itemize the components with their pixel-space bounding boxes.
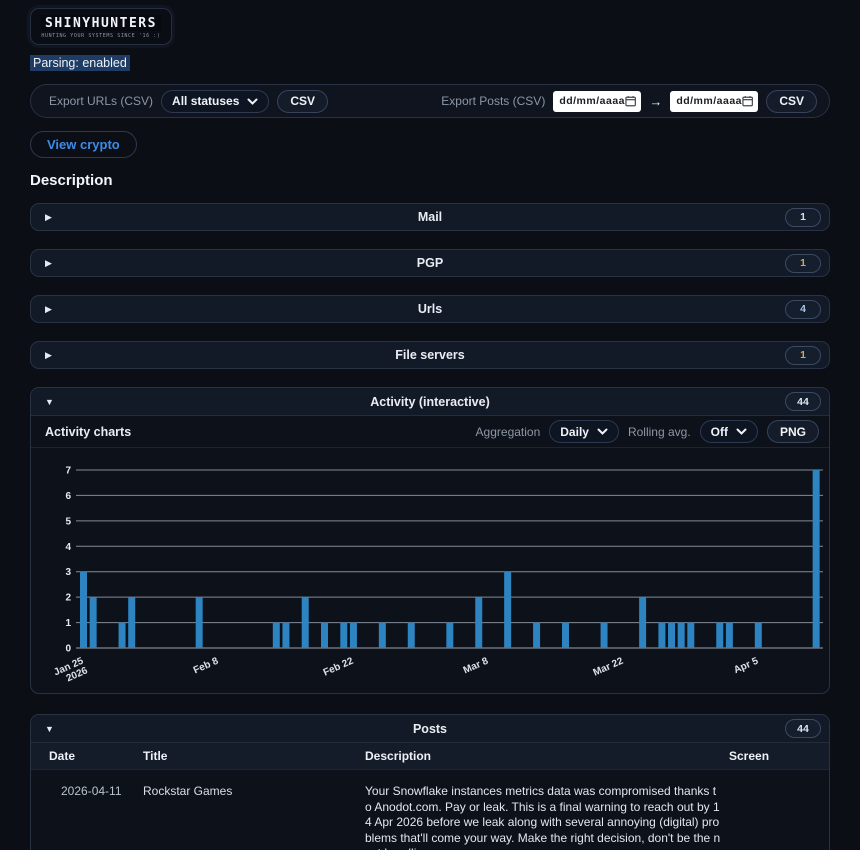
page: SHINYHUNTERS HUNTING YOUR SYSTEMS SINCE … [0,0,860,850]
export-toolbar: Export URLs (CSV) All statuses CSV Expor… [30,84,830,118]
calendar-icon[interactable] [742,95,753,107]
export-posts-group: Export Posts (CSV) dd/mm/aaaa → dd/mm/aa… [441,90,817,113]
chevron-down-icon [247,98,258,105]
svg-text:Feb 22: Feb 22 [322,656,356,679]
logo-subtitle: HUNTING YOUR SYSTEMS SINCE '16 :) [41,33,161,39]
status-select-value: All statuses [172,94,239,108]
export-urls-label: Export URLs (CSV) [49,94,153,108]
calendar-icon[interactable] [625,95,636,107]
parsing-status: Parsing: enabled [30,55,130,71]
col-screen: Screen [729,749,829,763]
rolling-avg-select[interactable]: Off [700,420,758,443]
svg-text:6: 6 [65,491,71,502]
post-date: 2026-04-11 [49,784,143,850]
status-select[interactable]: All statuses [161,90,269,113]
svg-text:7: 7 [65,466,71,477]
description-heading: Description [30,172,830,189]
arrow-right-icon: → [649,94,662,109]
date-from-input[interactable]: dd/mm/aaaa [553,91,641,112]
activity-panel: ▼ Activity (interactive) 44 Activity cha… [30,387,830,694]
count-badge: 4 [785,300,821,319]
section-urls[interactable]: ▶ Urls 4 [30,295,830,323]
post-description: Your Snowflake instances metrics data wa… [365,784,729,850]
section-label: Posts [31,722,829,736]
count-badge: 1 [785,254,821,273]
col-description: Description [365,749,729,763]
svg-text:3: 3 [65,567,71,578]
collapsed-triangle-icon: ▶ [45,212,65,223]
section-label: File servers [31,348,829,362]
activity-chart-wrap: 0 1 2 3 4 5 6 7 Jan 252026 Feb 8 Feb 22 Mar 8 Mar 22… [31,448,829,693]
svg-text:Mar 22: Mar 22 [592,656,626,679]
aggregation-select[interactable]: Daily [549,420,619,443]
svg-text:0: 0 [65,644,71,655]
posts-panel: ▼ Posts 44 Date Title Description Screen… [30,714,830,850]
chevron-down-icon [597,428,608,435]
section-label: Activity (interactive) [31,395,829,409]
post-title: Rockstar Games [143,784,365,850]
section-label: Mail [31,210,829,224]
svg-text:1: 1 [65,618,71,629]
chevron-down-icon [736,428,747,435]
activity-charts-title: Activity charts [45,425,131,439]
logo-title: SHINYHUNTERS [41,15,161,31]
section-label: PGP [31,256,829,270]
svg-text:2: 2 [65,593,71,604]
section-file-servers[interactable]: ▶ File servers 1 [30,341,830,369]
aggregation-label: Aggregation [476,425,541,439]
date-from-value: dd/mm/aaaa [559,95,625,107]
export-urls-csv-button[interactable]: CSV [277,90,328,113]
date-to-value: dd/mm/aaaa [676,95,742,107]
svg-text:Apr 5: Apr 5 [732,656,760,677]
count-badge: 1 [785,346,821,365]
activity-bar-chart[interactable]: 0 1 2 3 4 5 6 7 Jan 252026 Feb 8 Feb 22 Mar 8 Mar 22… [31,452,823,686]
aggregation-value: Daily [560,425,589,439]
col-title: Title [143,749,365,763]
post-screen [729,784,829,850]
section-pgp[interactable]: ▶ PGP 1 [30,249,830,277]
svg-text:Feb 8: Feb 8 [192,656,221,677]
export-posts-csv-button[interactable]: CSV [766,90,817,113]
collapsed-triangle-icon: ▶ [45,350,65,361]
accordion-sections: ▶ Mail 1 ▶ PGP 1 ▶ Urls 4 ▶ File servers… [30,203,830,850]
collapsed-triangle-icon: ▶ [45,258,65,269]
posts-table-header: Date Title Description Screen [31,743,829,770]
col-date: Date [49,749,143,763]
activity-controls: Activity charts Aggregation Daily Rollin… [31,416,829,448]
svg-text:4: 4 [65,542,71,553]
expanded-triangle-icon: ▼ [45,724,65,734]
count-badge: 44 [785,719,821,738]
section-mail[interactable]: ▶ Mail 1 [30,203,830,231]
svg-text:Jan 252026: Jan 252026 [52,656,90,686]
export-urls-group: Export URLs (CSV) All statuses CSV [49,90,328,113]
export-posts-label: Export Posts (CSV) [441,94,545,108]
post-row: 2026-04-11 Rockstar Games Your Snowflake… [31,770,829,850]
count-badge: 1 [785,208,821,227]
collapsed-triangle-icon: ▶ [45,304,65,315]
png-export-button[interactable]: PNG [767,420,819,443]
logo: SHINYHUNTERS HUNTING YOUR SYSTEMS SINCE … [30,8,172,45]
section-posts-header[interactable]: ▼ Posts 44 [31,715,829,743]
expanded-triangle-icon: ▼ [45,397,65,407]
rolling-avg-value: Off [711,425,728,439]
section-label: Urls [31,302,829,316]
count-badge: 44 [785,392,821,411]
rolling-avg-label: Rolling avg. [628,425,691,439]
svg-text:Mar 8: Mar 8 [462,656,491,677]
date-to-input[interactable]: dd/mm/aaaa [670,91,758,112]
svg-text:5: 5 [65,516,71,527]
section-activity-header[interactable]: ▼ Activity (interactive) 44 [31,388,829,416]
view-crypto-button[interactable]: View crypto [30,131,137,158]
